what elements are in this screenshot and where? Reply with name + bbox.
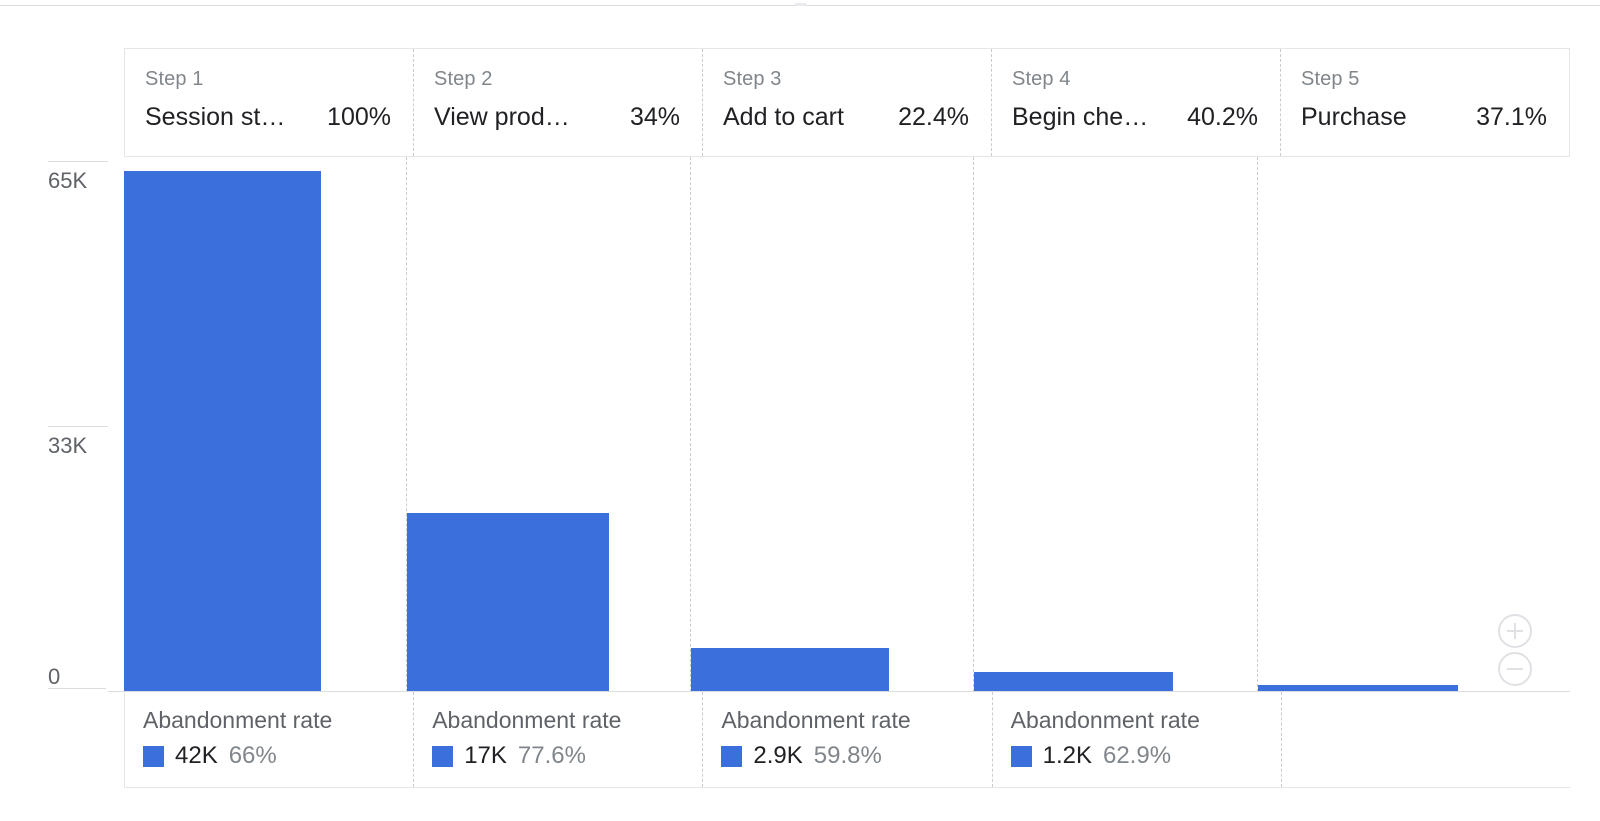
- plus-icon: [1514, 623, 1516, 639]
- y-tick-label: 0: [48, 664, 61, 689]
- step-completion-rate-1: 100%: [327, 103, 391, 131]
- y-tick-label: 33K: [48, 433, 88, 458]
- step-name-5: Purchase: [1301, 103, 1407, 131]
- y-tick-rule: [48, 688, 106, 689]
- abandonment-cell-1[interactable]: Abandonment rate 42K 66%: [125, 692, 413, 787]
- abandonment-value-3: 2.9K: [753, 742, 803, 769]
- step-name-1: Session st…: [145, 103, 286, 131]
- zoom-in-button[interactable]: [1498, 614, 1532, 648]
- abandonment-label-1: Abandonment rate: [143, 707, 333, 733]
- step-ordinal-3: Step 3: [723, 68, 782, 90]
- top-divider-handle: [795, 3, 807, 6]
- step-completion-rate-2: 34%: [629, 103, 680, 131]
- step-name-2: View prod…: [434, 103, 570, 131]
- zoom-out-button[interactable]: [1498, 652, 1532, 686]
- legend-swatch-icon: [143, 745, 164, 767]
- step-header-1[interactable]: Step 1 Session st… 100%: [125, 49, 413, 156]
- funnel-chart-widget: Step 1 Session st… 100% Step 2 View prod…: [0, 0, 1600, 821]
- column-divider-3: [973, 157, 974, 692]
- step-ordinal-2: Step 2: [434, 68, 493, 90]
- abandonment-value-2: 17K: [464, 742, 507, 769]
- abandonment-cell-3[interactable]: Abandonment rate 2.9K 59.8%: [702, 692, 991, 787]
- step-header-3[interactable]: Step 3 Add to cart 22.4%: [702, 49, 991, 156]
- abandonment-label-4: Abandonment rate: [1010, 707, 1200, 733]
- step-completion-rate-3: 22.4%: [898, 103, 969, 131]
- legend-swatch-icon: [432, 745, 454, 767]
- bar-step-1[interactable]: [124, 171, 321, 691]
- funnel-abandonment-footer: Abandonment rate 42K 66% Abandonment rat…: [124, 692, 1570, 788]
- y-tick-rule: [48, 426, 108, 427]
- column-divider-4: [1257, 157, 1258, 692]
- step-name-4: Begin che…: [1012, 103, 1149, 131]
- step-header-4[interactable]: Step 4 Begin che… 40.2%: [991, 49, 1280, 156]
- step-header-2[interactable]: Step 2 View prod… 34%: [413, 49, 702, 156]
- plot-area: [108, 157, 1570, 692]
- abandonment-cell-2[interactable]: Abandonment rate 17K 77.6%: [413, 692, 702, 787]
- y-axis: 65K 33K 0: [0, 157, 124, 697]
- y-tick-rule: [48, 161, 108, 162]
- abandonment-pct-3: 59.8%: [813, 742, 882, 769]
- bar-step-3[interactable]: [691, 648, 889, 691]
- step-ordinal-5: Step 5: [1301, 68, 1360, 90]
- legend-swatch-icon: [1010, 745, 1032, 767]
- step-header-5[interactable]: Step 5 Purchase 37.1%: [1280, 49, 1569, 156]
- legend-swatch-icon: [721, 745, 743, 767]
- step-ordinal-1: Step 1: [145, 68, 204, 90]
- abandonment-label-2: Abandonment rate: [432, 707, 622, 733]
- bar-step-2[interactable]: [407, 513, 609, 691]
- step-ordinal-4: Step 4: [1012, 68, 1071, 90]
- bar-step-4[interactable]: [974, 672, 1173, 691]
- step-name-3: Add to cart: [723, 103, 844, 131]
- abandonment-value-4: 1.2K: [1042, 742, 1092, 769]
- abandonment-cell-4[interactable]: Abandonment rate 1.2K 62.9%: [991, 692, 1281, 787]
- y-tick-label: 65K: [48, 168, 88, 193]
- minus-icon: [1507, 668, 1523, 670]
- abandonment-label-3: Abandonment rate: [721, 707, 911, 733]
- abandonment-pct-1: 66%: [228, 742, 277, 769]
- abandonment-value-1: 42K: [175, 742, 218, 769]
- zoom-controls: [1498, 614, 1538, 692]
- step-completion-rate-4: 40.2%: [1187, 103, 1258, 131]
- column-divider-2: [690, 157, 691, 692]
- abandonment-pct-4: 62.9%: [1102, 742, 1172, 769]
- step-completion-rate-5: 37.1%: [1476, 103, 1547, 131]
- abandonment-cell-5[interactable]: [1280, 692, 1570, 787]
- abandonment-pct-2: 77.6%: [517, 742, 586, 769]
- funnel-steps-header: Step 1 Session st… 100% Step 2 View prod…: [124, 48, 1570, 157]
